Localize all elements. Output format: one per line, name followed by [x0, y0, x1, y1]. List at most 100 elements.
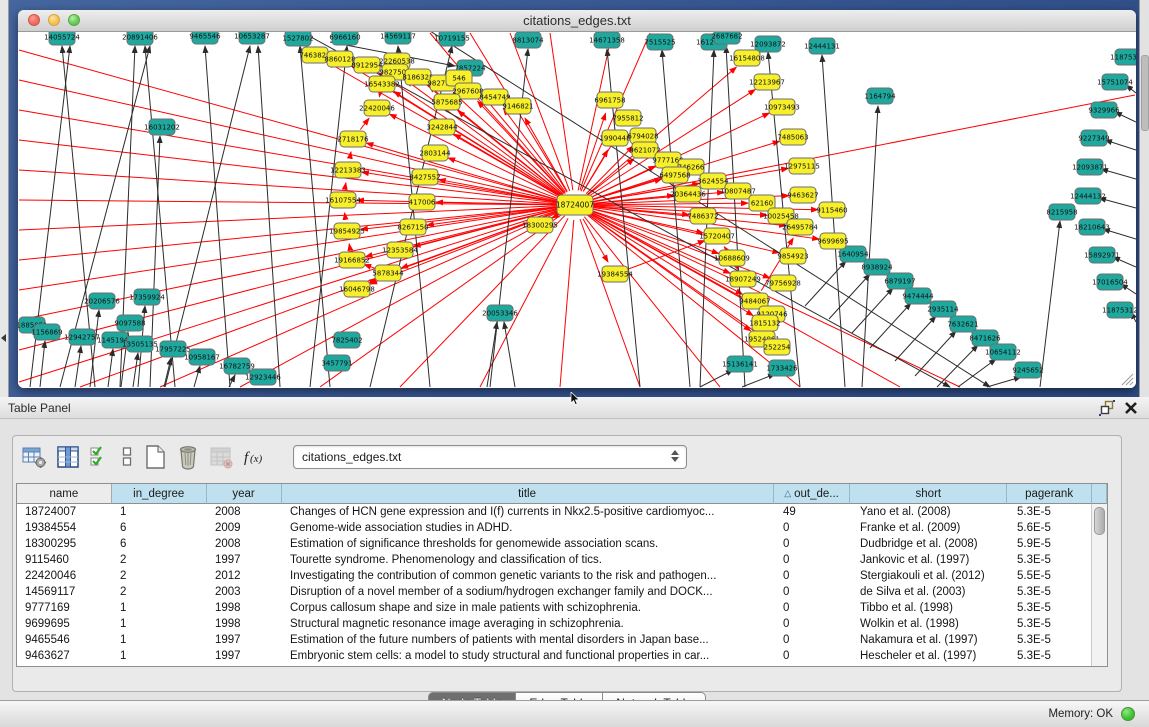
graph-node[interactable]: 18300295	[522, 217, 558, 233]
graph-node[interactable]: 6961758	[594, 92, 625, 108]
black-edge[interactable]	[487, 322, 497, 387]
delete-icon[interactable]	[176, 444, 200, 470]
graph-node[interactable]: 9115460	[816, 202, 847, 218]
red-edge[interactable]	[400, 216, 565, 387]
column-header-out_de[interactable]: △out_de...	[774, 484, 851, 504]
black-edge[interactable]	[870, 303, 911, 348]
red-edge[interactable]	[19, 110, 560, 202]
function-builder-icon[interactable]: f (x)	[242, 444, 272, 470]
graph-node[interactable]: 26495784	[782, 219, 818, 235]
graph-node[interactable]: 9329966	[1088, 102, 1120, 118]
graph-node[interactable]: 16107554	[325, 192, 361, 208]
black-edge[interactable]	[958, 359, 996, 387]
graph-node[interactable]: 8427552	[409, 169, 440, 185]
collapse-arrow-icon[interactable]	[1, 334, 6, 342]
resize-grip[interactable]	[1120, 372, 1134, 386]
graph-node[interactable]: 10653287	[234, 32, 270, 44]
black-edge[interactable]	[726, 46, 745, 387]
graph-node[interactable]: 19854925	[329, 223, 365, 239]
black-edge[interactable]	[822, 55, 845, 387]
graph-node[interactable]: 12923446	[245, 369, 281, 385]
graph-node[interactable]: 1733426	[766, 360, 798, 376]
graph-node[interactable]: 1156869	[31, 324, 62, 340]
graph-node[interactable]: 12093871	[1072, 159, 1108, 175]
graph-node[interactable]: 12975115	[784, 158, 820, 174]
graph-node[interactable]: 13505135	[122, 336, 158, 352]
graph-node[interactable]: 8267150	[397, 219, 428, 235]
graph-node[interactable]: 7515525	[644, 34, 675, 50]
black-edge[interactable]	[662, 50, 690, 387]
black-edge[interactable]	[895, 316, 936, 361]
graph-node[interactable]: 16782759	[219, 358, 255, 374]
black-edge[interactable]	[915, 331, 956, 376]
graph-node[interactable]: 20891406	[122, 32, 158, 45]
graph-node[interactable]: 20364436	[670, 186, 706, 202]
graph-node[interactable]: 10973493	[764, 99, 800, 115]
black-edge[interactable]	[194, 366, 200, 387]
graph-node[interactable]: 10688609	[714, 250, 750, 266]
graph-node[interactable]: 18724007	[556, 195, 594, 215]
graph-node[interactable]: 9245652	[1012, 362, 1043, 378]
red-edge[interactable]	[345, 183, 346, 188]
black-edge[interactable]	[108, 349, 113, 387]
graph-node[interactable]: 8813074	[512, 32, 544, 48]
column-header-in_degree[interactable]: in_degree	[112, 484, 207, 504]
graph-node[interactable]: 2803144	[419, 145, 451, 161]
graph-node[interactable]: 1164794	[864, 88, 896, 104]
graph-node[interactable]: 10654112	[985, 344, 1021, 360]
black-edge[interactable]	[805, 261, 846, 306]
red-edge[interactable]	[578, 33, 612, 190]
graph-node[interactable]: 12353584	[382, 242, 418, 258]
black-edge[interactable]	[987, 377, 1021, 387]
select-column-icon[interactable]	[56, 444, 80, 470]
graph-node[interactable]: 22420046	[359, 100, 395, 116]
graph-node[interactable]: 9463627	[787, 187, 818, 203]
black-edge[interactable]	[700, 370, 733, 387]
graph-node[interactable]: 12213383	[330, 162, 366, 178]
black-edge[interactable]	[852, 288, 893, 333]
graph-node[interactable]: 17359924	[129, 289, 165, 305]
table-row[interactable]: 1830029562008Estimation of significance …	[17, 536, 1107, 552]
graph-node[interactable]: 3457791	[321, 355, 352, 371]
right-scrollbar[interactable]	[1139, 0, 1149, 397]
graph-node[interactable]: 18907249	[725, 271, 761, 287]
black-edge[interactable]	[258, 46, 280, 387]
graph-node[interactable]: 8938924	[861, 259, 893, 275]
graph-node[interactable]: 1990448	[599, 130, 630, 146]
close-panel-icon[interactable]	[1123, 400, 1139, 416]
graph-node[interactable]: 14671358	[589, 32, 625, 48]
graph-node[interactable]: 417006	[409, 194, 436, 210]
graph-node[interactable]: 17016504	[1092, 274, 1128, 290]
table-settings-icon[interactable]	[21, 444, 47, 470]
table-row[interactable]: 911546021997Tourette syndrome. Phenomeno…	[17, 552, 1107, 568]
graph-node[interactable]: 16543382	[364, 76, 400, 92]
black-edge[interactable]	[1040, 221, 1060, 387]
table-selector-combobox[interactable]: citations_edges.txt	[293, 445, 687, 469]
table-row[interactable]: 946554611997Estimation of the future num…	[17, 632, 1107, 648]
table-row[interactable]: 1456911722003Disruption of a novel membe…	[17, 584, 1107, 600]
graph-node[interactable]: 9465546	[189, 32, 221, 44]
graph-node[interactable]: 16031202	[144, 119, 180, 135]
black-edge[interactable]	[40, 341, 45, 387]
graph-node[interactable]: 252254	[764, 339, 791, 355]
graph-node[interactable]: 9474444	[902, 288, 934, 304]
table-row[interactable]: 946362711997Embryonic stem cells: a mode…	[17, 648, 1107, 664]
graph-node[interactable]: 20206576	[84, 293, 120, 309]
red-edge[interactable]	[345, 213, 346, 219]
table-scrollbar[interactable]	[1091, 504, 1107, 666]
black-edge[interactable]	[742, 374, 775, 387]
red-edge[interactable]	[724, 247, 725, 248]
column-header-pagerank[interactable]: pagerank	[1007, 484, 1092, 504]
graph-node[interactable]: 19384554	[597, 266, 633, 282]
graph-node[interactable]: 6966160	[329, 32, 360, 45]
red-edge[interactable]	[590, 95, 1135, 202]
table-row[interactable]: 1938455462009Genome-wide association stu…	[17, 520, 1107, 536]
graph-node[interactable]: 7825402	[331, 332, 362, 348]
graph-node[interactable]: 9854923	[777, 248, 808, 264]
red-edge[interactable]	[560, 220, 574, 387]
graph-node[interactable]: 8215958	[1046, 204, 1077, 220]
graph-node[interactable]: 6497568	[659, 167, 690, 183]
red-edge[interactable]	[240, 212, 562, 387]
graph-node[interactable]: 9699695	[817, 233, 848, 249]
graph-node[interactable]: 10719155	[434, 32, 470, 46]
